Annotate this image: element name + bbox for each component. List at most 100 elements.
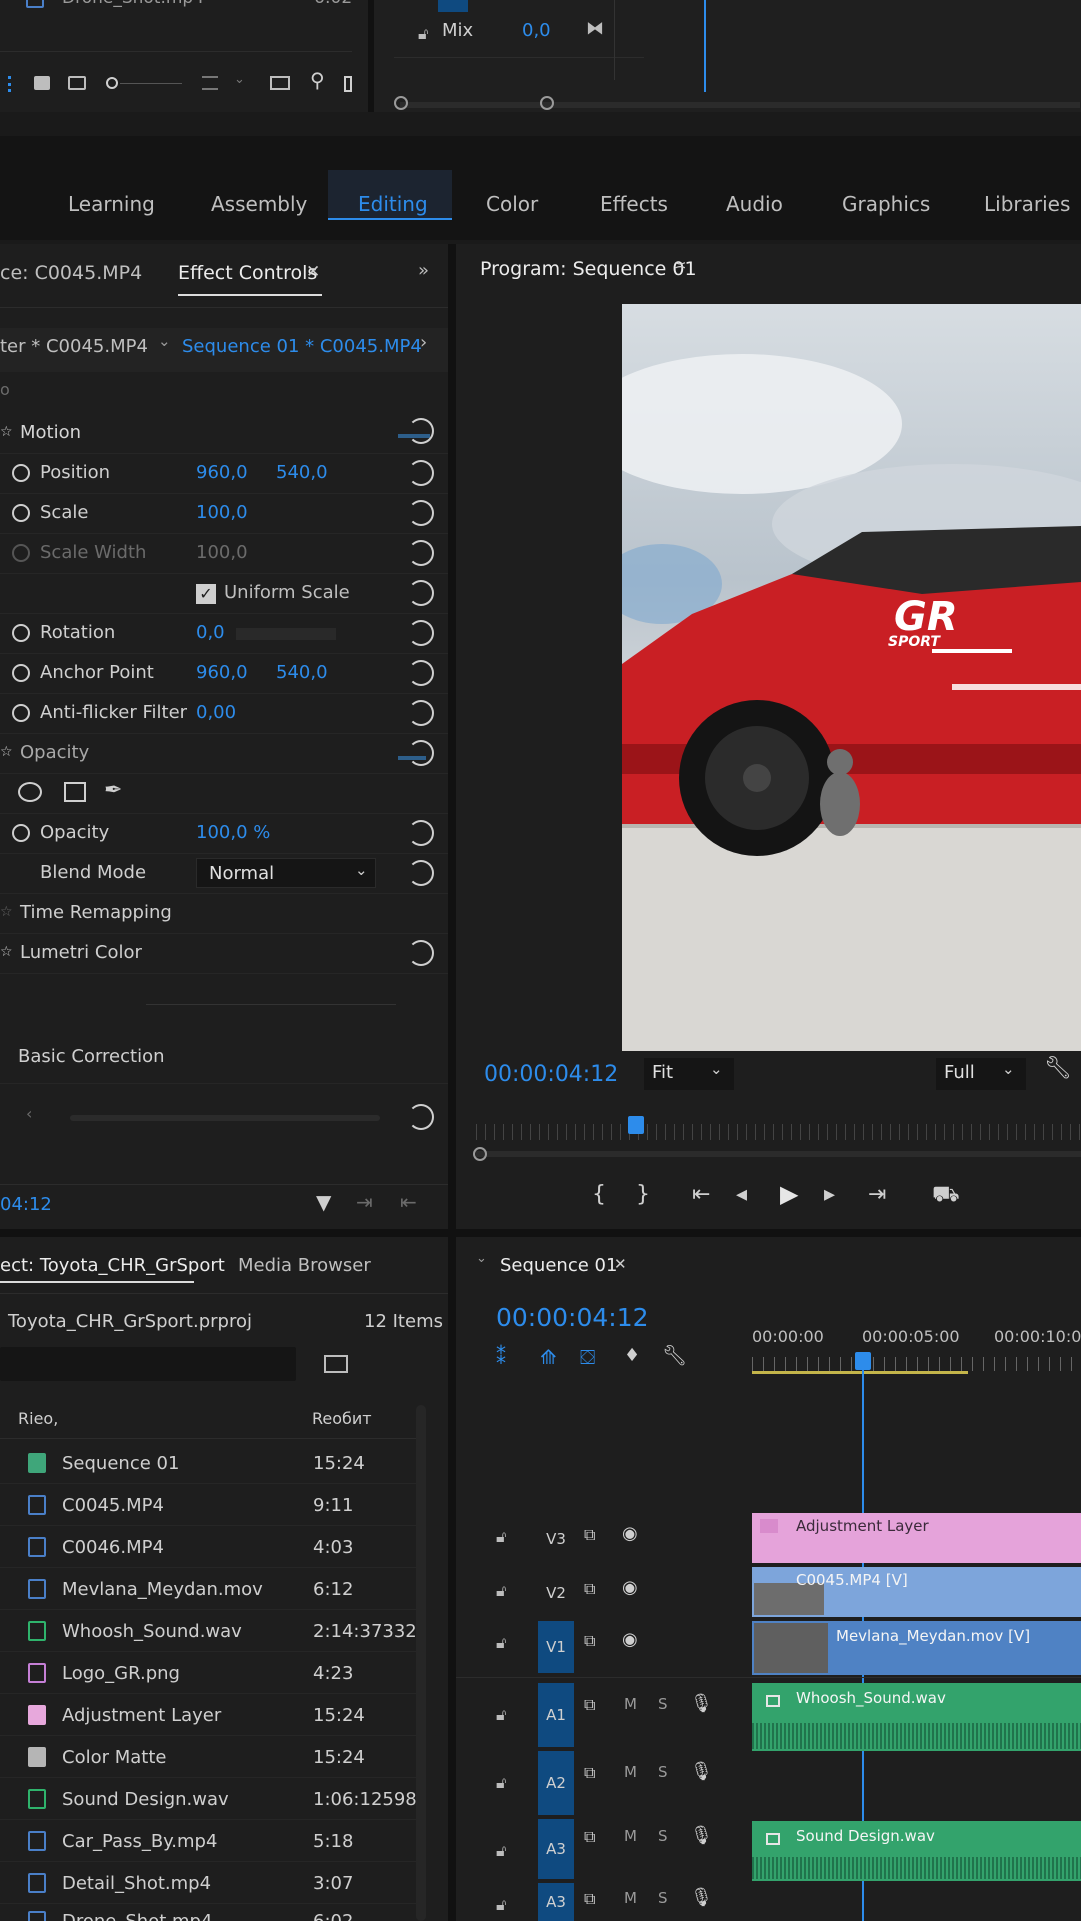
project-item-row[interactable]: Mevlana_Meydan.mov 6:12	[0, 1569, 420, 1610]
project-item-row[interactable]: Color Matte 15:24	[0, 1737, 420, 1778]
a3b-sync-icon[interactable]: ⧉	[584, 1889, 595, 1909]
v1-lock-icon[interactable]: 🔓︎	[496, 1633, 506, 1653]
clip-sound-design[interactable]: Sound Design.wav	[752, 1821, 1081, 1881]
project-item-row[interactable]: Logo_GR.png 4:23	[0, 1653, 420, 1694]
mark-in-icon[interactable]: {	[592, 1182, 606, 1207]
v3-sync-icon[interactable]: ⧉	[584, 1525, 595, 1545]
tab-color[interactable]: Color	[486, 192, 538, 216]
v2-lock-icon[interactable]: 🔓︎	[496, 1581, 506, 1601]
a2-sync-icon[interactable]: ⧉	[584, 1763, 595, 1783]
timeline-settings-icon[interactable]: 🔧︎	[662, 1343, 687, 1367]
timeline-ruler-ticks[interactable]	[752, 1357, 1081, 1371]
anchor-y-value[interactable]: 540,0	[276, 662, 328, 683]
uniform-scale-checkbox[interactable]: ✓	[196, 584, 216, 604]
tab-libraries[interactable]: Libraries	[984, 192, 1070, 216]
bowtie-icon[interactable]: ⧓	[586, 18, 604, 39]
lumetri-toggle-icon[interactable]: ☆	[0, 944, 13, 960]
sort-icon[interactable]	[202, 76, 218, 90]
master-clip-chevron-icon[interactable]: ⌄	[158, 332, 171, 350]
col-duration-header[interactable]: Reобит	[312, 1409, 372, 1428]
fit-select[interactable]: Fit ⌄	[644, 1058, 734, 1090]
blend-mode-select[interactable]: Normal ⌄	[196, 858, 376, 888]
a3b-mic-icon[interactable]: 🎙︎	[690, 1887, 713, 1908]
go-to-in-icon[interactable]: ⇤	[692, 1182, 710, 1207]
motion-toggle-icon[interactable]: ☆	[0, 424, 13, 440]
timeline-title[interactable]: Sequence 01	[500, 1255, 617, 1276]
add-marker-icon[interactable]: ♦	[624, 1345, 640, 1366]
project-item-row[interactable]: Whoosh_Sound.wav 2:14:37332	[0, 1611, 420, 1652]
tab-audio[interactable]: Audio	[726, 192, 783, 216]
mark-out-icon[interactable]: }	[636, 1182, 650, 1207]
panel-menu-icon[interactable]: »	[418, 260, 429, 281]
snap-icon[interactable]: ⁑	[496, 1345, 506, 1369]
new-bin-icon[interactable]	[270, 76, 290, 90]
uniform-scale-reset-icon[interactable]	[408, 580, 434, 606]
anchor-x-value[interactable]: 960,0	[196, 662, 248, 683]
v1-eye-icon[interactable]: ◉	[622, 1629, 638, 1650]
project-item-row[interactable]: Sequence 01 15:24	[0, 1443, 420, 1484]
track-v2-badge[interactable]: V2	[538, 1567, 574, 1619]
a3b-lock-icon[interactable]: 🔓︎	[496, 1895, 506, 1915]
a3-mute[interactable]: M	[624, 1827, 637, 1845]
lumetri-row[interactable]: ☆ Lumetri Color	[0, 934, 448, 974]
clip-c0045[interactable]: C0045.MP4 [V]	[752, 1567, 1081, 1617]
track-a1-badge[interactable]: A1	[538, 1683, 574, 1747]
position-reset-icon[interactable]	[408, 460, 434, 486]
ripple-icon[interactable]: ⇥	[356, 1190, 373, 1214]
master-clip-label[interactable]: ter * C0045.MP4	[0, 336, 148, 357]
position-x-value[interactable]: 960,0	[196, 462, 248, 483]
timeline-timecode[interactable]: 00:00:04:12	[496, 1303, 649, 1332]
track-v3-badge[interactable]: V3	[538, 1513, 574, 1565]
project-item-row[interactable]: Detail_Shot.mp4 3:07	[0, 1863, 420, 1904]
basic-correction-row[interactable]: Basic Correction	[0, 1044, 448, 1084]
a1-sync-icon[interactable]: ⧉	[584, 1695, 595, 1715]
blend-reset-icon[interactable]	[408, 860, 434, 886]
opacity-stopwatch-icon[interactable]	[12, 824, 30, 842]
program-playhead[interactable]	[628, 1116, 644, 1134]
top-list-row[interactable]: Drone_Shot.mp4 6:02	[0, 0, 352, 52]
clip-whoosh[interactable]: Whoosh_Sound.wav	[752, 1683, 1081, 1751]
col-name-header[interactable]: Rieo,	[18, 1409, 58, 1428]
tab-media-browser[interactable]: Media Browser	[238, 1255, 371, 1276]
opacity-toggle-icon[interactable]: ☆	[0, 744, 13, 760]
opacity-group-row[interactable]: ☆ Opacity	[0, 734, 448, 774]
new-bin-from-search-icon[interactable]	[324, 1355, 348, 1373]
mix-scroll-track[interactable]	[400, 102, 1080, 108]
motion-reset-icon[interactable]	[408, 418, 434, 444]
a3b-solo[interactable]: S	[658, 1889, 668, 1907]
resolution-select[interactable]: Full ⌄	[936, 1058, 1026, 1090]
sort-chevron-icon[interactable]: ⌄	[234, 72, 245, 87]
tab-project[interactable]: ect: Toyota_CHR_GrSport	[0, 1255, 225, 1276]
position-y-value[interactable]: 540,0	[276, 462, 328, 483]
anchor-reset-icon[interactable]	[408, 660, 434, 686]
tab-effect-controls[interactable]: Effect Controls	[178, 262, 317, 284]
scroll-handle-right[interactable]	[540, 96, 554, 110]
play-icon[interactable]: ▶	[780, 1180, 798, 1208]
tab-graphics[interactable]: Graphics	[842, 192, 930, 216]
anchor-stopwatch-icon[interactable]	[12, 664, 30, 682]
button-editor-icon[interactable]: ⛟	[932, 1182, 960, 1210]
rotation-value[interactable]: 0,0	[196, 622, 225, 643]
a2-solo[interactable]: S	[658, 1763, 668, 1781]
project-item-row[interactable]: Sound Design.wav 1:06:12598	[0, 1779, 420, 1820]
program-title[interactable]: Program: Sequence 01	[480, 258, 697, 280]
antiflicker-value[interactable]: 0,00	[196, 702, 236, 723]
slider-left-arrow-icon[interactable]: ‹	[26, 1104, 32, 1123]
clip-adjustment-layer[interactable]: Adjustment Layer	[752, 1513, 1081, 1563]
lumetri-reset-icon[interactable]	[408, 940, 434, 966]
step-forward-icon[interactable]: ▸	[824, 1182, 835, 1207]
tab-assembly[interactable]: Assembly	[211, 192, 307, 216]
project-item-row[interactable]: Drone_Shot.mp4 6:02	[0, 1901, 420, 1921]
project-item-row[interactable]: Adjustment Layer 15:24	[0, 1695, 420, 1736]
antiflicker-reset-icon[interactable]	[408, 700, 434, 726]
timeline-close-icon[interactable]: ✕	[614, 1255, 627, 1273]
scale-value[interactable]: 100,0	[196, 502, 248, 523]
v3-eye-icon[interactable]: ◉	[622, 1523, 638, 1544]
v2-eye-icon[interactable]: ◉	[622, 1577, 638, 1598]
timeline-collapse-icon[interactable]: ⌄	[476, 1251, 487, 1266]
mix-value[interactable]: 0,0	[522, 20, 551, 41]
insert-icon[interactable]: ⛋	[580, 1345, 595, 1369]
a1-lock-icon[interactable]: 🔓︎	[496, 1705, 506, 1725]
find-icon[interactable]: ⚲	[310, 68, 325, 92]
work-area-bar[interactable]	[752, 1371, 968, 1374]
